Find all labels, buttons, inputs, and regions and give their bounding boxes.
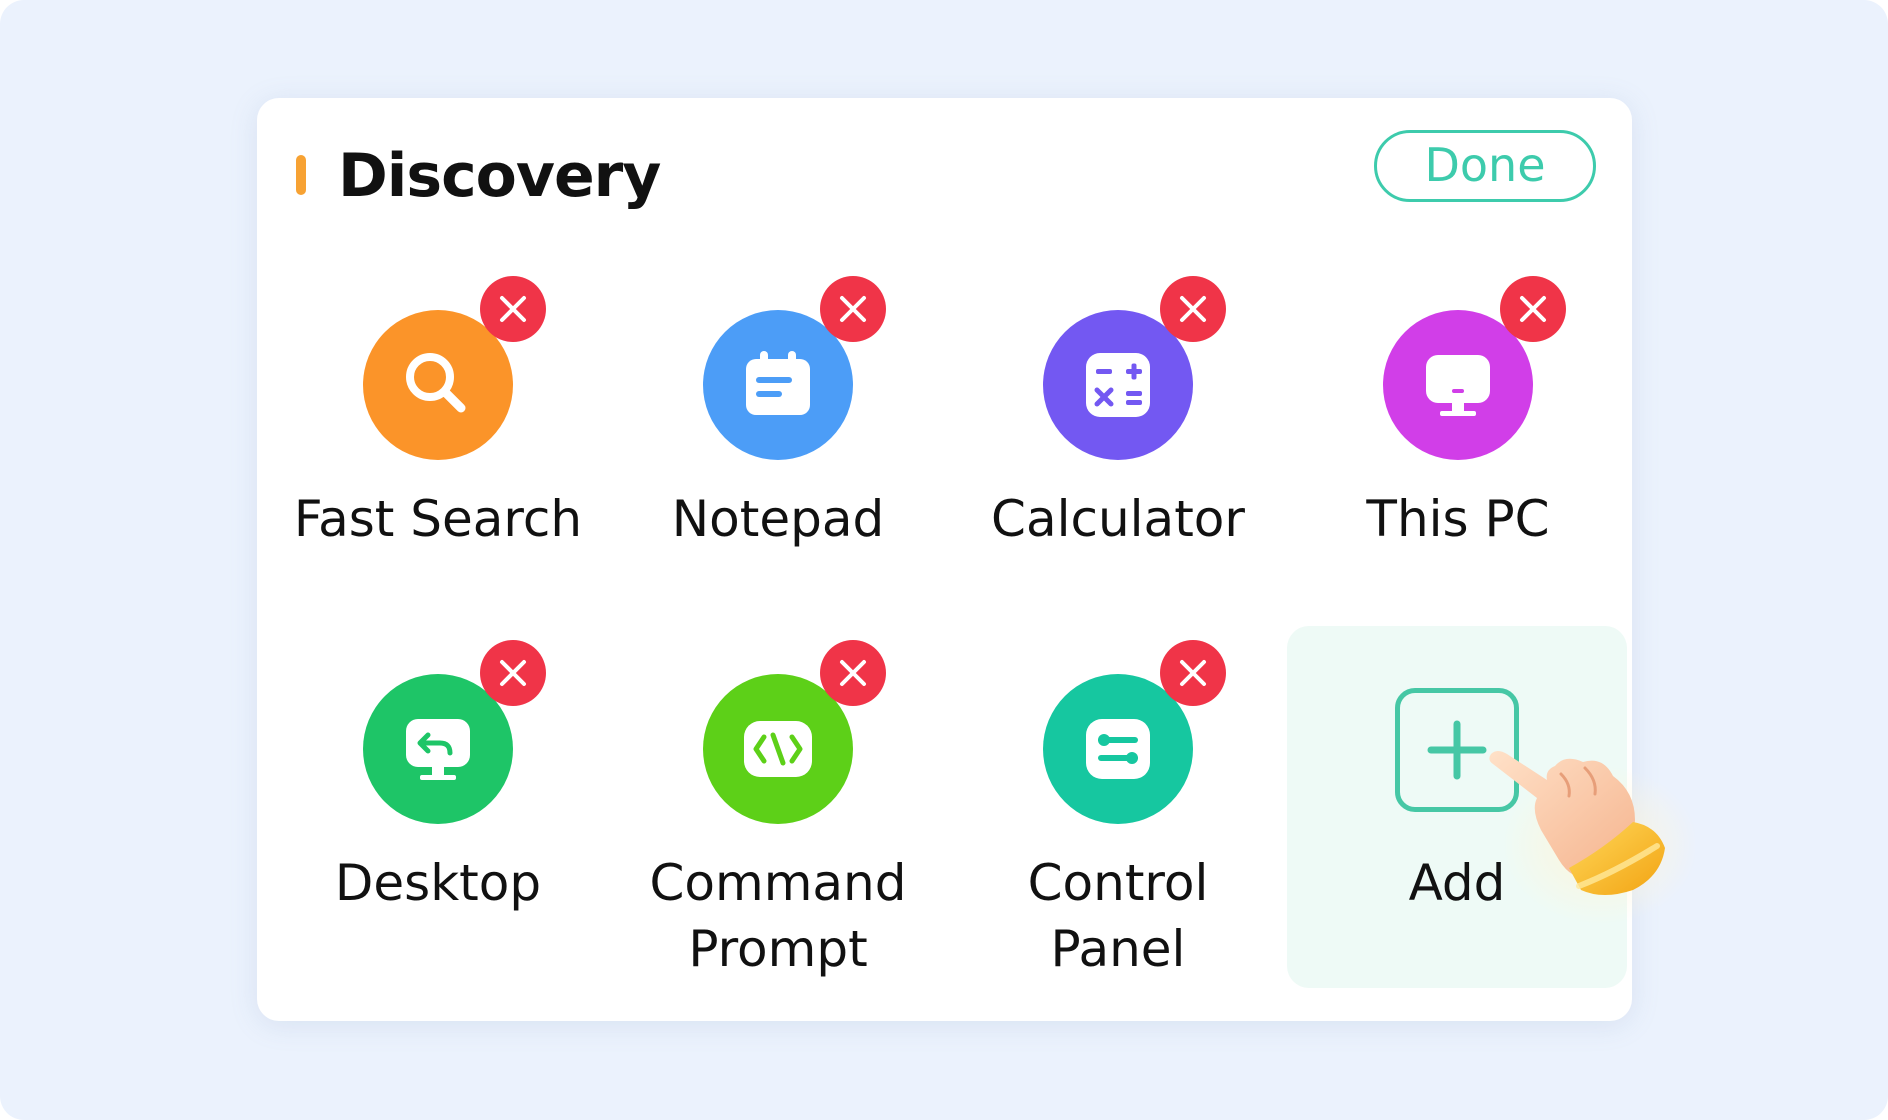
close-icon [840, 660, 866, 686]
remove-button[interactable] [1160, 640, 1226, 706]
close-icon [1520, 296, 1546, 322]
tool-label: Command Prompt [649, 854, 907, 978]
close-icon [840, 296, 866, 322]
tool-tile-notepad[interactable]: Notepad [608, 276, 948, 670]
tool-label: Notepad [671, 490, 885, 548]
done-button[interactable]: Done [1374, 130, 1596, 202]
close-icon [500, 296, 526, 322]
close-icon [1180, 296, 1206, 322]
background: Discovery Done Fast Search Notepad Calcu… [0, 0, 1888, 1120]
tool-tile-this-pc[interactable]: This PC [1288, 276, 1628, 670]
remove-button[interactable] [480, 276, 546, 342]
tool-tile-calculator[interactable]: Calculator [948, 276, 1288, 670]
close-icon [1180, 660, 1206, 686]
remove-button[interactable] [480, 640, 546, 706]
tool-tile-fast-search[interactable]: Fast Search [268, 276, 608, 670]
tool-tile-desktop[interactable]: Desktop [268, 640, 608, 1034]
tool-label: Desktop [334, 854, 542, 912]
tool-label: Control Panel [1027, 854, 1209, 978]
close-icon [500, 660, 526, 686]
pointing-hand-icon [1489, 751, 1695, 925]
panel-title: Discovery [338, 141, 661, 211]
remove-button[interactable] [820, 276, 886, 342]
tool-tile-control-panel[interactable]: Control Panel [948, 640, 1288, 1034]
tool-label: Fast Search [293, 490, 583, 548]
remove-button[interactable] [1160, 276, 1226, 342]
tool-tile-command-prompt[interactable]: Command Prompt [608, 640, 948, 1034]
tool-label: This PC [1366, 490, 1550, 548]
remove-button[interactable] [1500, 276, 1566, 342]
remove-button[interactable] [820, 640, 886, 706]
tool-label: Calculator [991, 490, 1245, 548]
title-marker [296, 155, 306, 195]
